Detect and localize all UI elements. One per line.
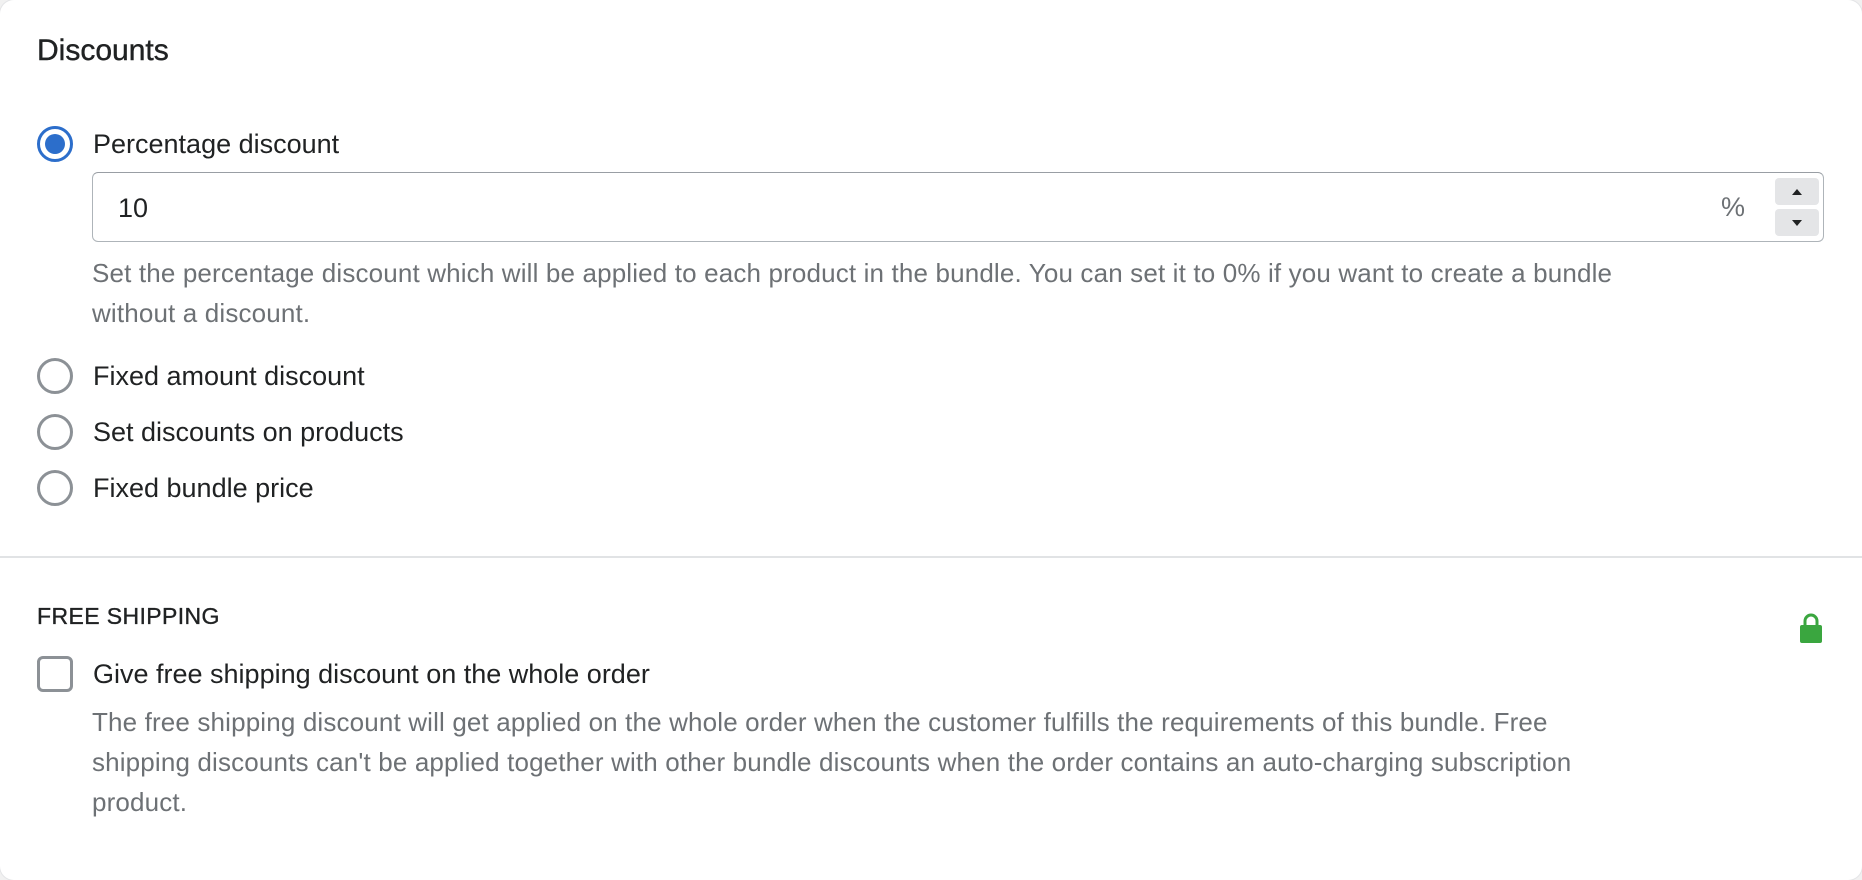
free-shipping-checkbox[interactable] xyxy=(37,656,73,692)
discounts-card: Discounts Percentage discount 10 % Set t… xyxy=(0,0,1862,880)
increment-button[interactable] xyxy=(1775,178,1819,205)
percentage-help-line-2: without a discount. xyxy=(92,298,311,328)
radio-button-fixed-bundle-price[interactable] xyxy=(37,470,73,506)
radio-option-fixed-bundle-price[interactable]: Fixed bundle price xyxy=(37,468,314,508)
lock-icon xyxy=(1800,613,1822,643)
free-shipping-help-line-3: product. xyxy=(92,787,188,817)
section-divider xyxy=(0,556,1862,558)
decrement-button[interactable] xyxy=(1775,209,1819,236)
free-shipping-help-line-1: The free shipping discount will get appl… xyxy=(92,707,1548,737)
free-shipping-checkbox-row[interactable]: Give free shipping discount on the whole… xyxy=(37,654,650,694)
percent-suffix: % xyxy=(1720,192,1745,222)
radio-button-fixed-amount-discount[interactable] xyxy=(37,358,73,394)
percentage-value[interactable]: 10 xyxy=(118,193,148,224)
discounts-title: Discounts xyxy=(37,34,169,67)
caret-down-icon xyxy=(1792,219,1802,226)
percentage-help-line-1: Set the percentage discount which will b… xyxy=(92,258,1613,288)
caret-up-icon xyxy=(1792,188,1802,195)
option-label-percentage-discount: Percentage discount xyxy=(93,128,340,159)
option-label-fixed-amount-discount: Fixed amount discount xyxy=(93,360,365,391)
discounts-section: Discounts Percentage discount 10 % Set t… xyxy=(0,0,1862,556)
radio-button-percentage-discount[interactable] xyxy=(37,126,73,162)
radio-option-percentage-discount[interactable]: Percentage discount xyxy=(37,124,339,164)
free-shipping-help-line-2: shipping discounts can't be applied toge… xyxy=(92,747,1572,777)
free-shipping-title: FREE SHIPPING xyxy=(37,603,220,629)
free-shipping-checkbox-label: Give free shipping discount on the whole… xyxy=(93,658,650,689)
option-label-fixed-bundle-price: Fixed bundle price xyxy=(93,472,314,503)
percentage-discount-input[interactable]: 10 % xyxy=(92,172,1824,242)
radio-option-set-discounts-on-products[interactable]: Set discounts on products xyxy=(37,412,404,452)
radio-button-set-discounts-on-products[interactable] xyxy=(37,414,73,450)
option-label-set-discounts-on-products: Set discounts on products xyxy=(93,416,404,447)
percentage-stepper[interactable] xyxy=(1775,178,1819,236)
radio-option-fixed-amount-discount[interactable]: Fixed amount discount xyxy=(37,356,365,396)
